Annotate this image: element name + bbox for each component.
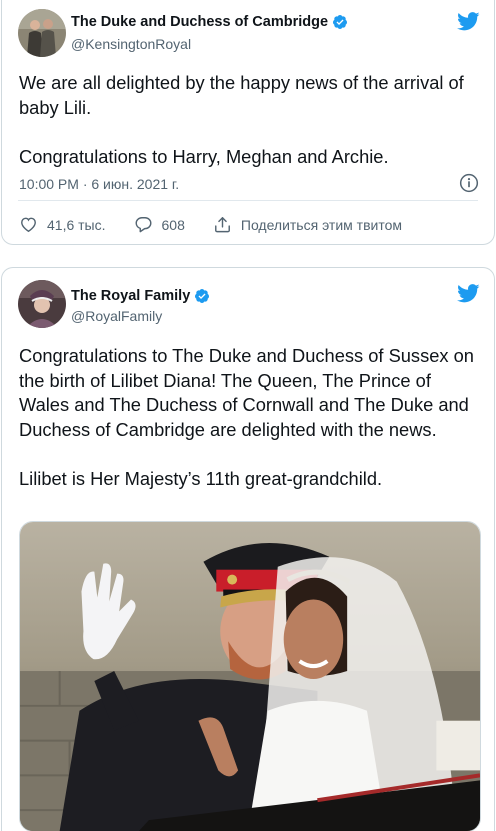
- author-handle-royal-family[interactable]: @RoyalFamily: [71, 308, 162, 324]
- share-icon: [214, 217, 230, 233]
- tweet-actions: 41,6 тыс. 608 Поделиться этим твитом: [19, 215, 430, 234]
- tweet-photo[interactable]: [19, 521, 481, 831]
- twitter-bird-icon[interactable]: [457, 284, 480, 303]
- author-name-text[interactable]: The Royal Family: [71, 288, 190, 304]
- tweet-card-royal-family[interactable]: The Royal Family @RoyalFamily Congratula…: [1, 267, 495, 831]
- verified-badge-icon: [195, 289, 210, 303]
- tweet-text-cambridge: We are all delighted by the happy news o…: [19, 71, 480, 169]
- verified-badge-icon: [333, 15, 348, 29]
- tweet-timestamp[interactable]: 10:00 PM · 6 июн. 2021 г.: [19, 176, 179, 192]
- heart-icon: [21, 217, 36, 233]
- like-button[interactable]: 41,6 тыс.: [19, 215, 106, 234]
- tweet-text-line: Congratulations to Harry, Meghan and Arc…: [19, 145, 389, 167]
- wedding-photo: [20, 522, 480, 831]
- tweet-card-cambridge[interactable]: The Duke and Duchess of Cambridge @Kensi…: [1, 0, 495, 245]
- tweet-text-line: Congratulations to The Duke and Duchess …: [19, 345, 474, 440]
- tweet-text-line: Lilibet is Her Majesty’s 11th great-gran…: [19, 467, 383, 489]
- reply-button[interactable]: 608: [134, 215, 185, 234]
- tweet-text-royal-family: Congratulations to The Duke and Duchess …: [19, 344, 480, 491]
- like-count: 41,6 тыс.: [47, 216, 106, 233]
- author-name-royal-family[interactable]: The Royal Family: [71, 288, 210, 304]
- author-name-cambridge[interactable]: The Duke and Duchess of Cambridge: [71, 14, 348, 30]
- reply-bubble-icon: [135, 217, 152, 233]
- divider: [18, 200, 478, 201]
- info-icon[interactable]: [459, 173, 479, 193]
- share-button[interactable]: Поделиться этим твитом: [213, 215, 402, 234]
- tweet-text-line: We are all delighted by the happy news o…: [19, 72, 464, 118]
- avatar-royal-family[interactable]: [18, 280, 66, 328]
- avatar-cambridge[interactable]: [18, 9, 66, 57]
- reply-count: 608: [161, 216, 185, 233]
- author-name-text[interactable]: The Duke and Duchess of Cambridge: [71, 14, 328, 30]
- twitter-bird-icon[interactable]: [457, 12, 480, 31]
- share-label: Поделиться этим твитом: [240, 216, 402, 233]
- author-handle-cambridge[interactable]: @KensingtonRoyal: [71, 36, 191, 52]
